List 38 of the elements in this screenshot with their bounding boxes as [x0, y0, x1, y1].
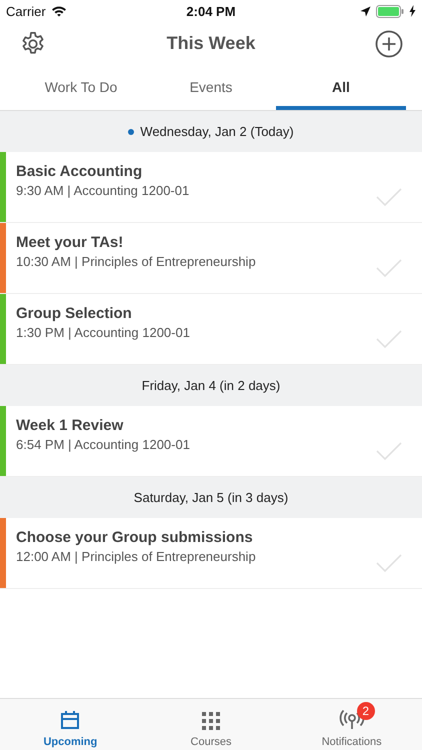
notification-badge: 2 — [356, 702, 375, 720]
checkmark-icon[interactable] — [376, 442, 402, 460]
event-details: 12:00 AM | Principles of Entrepreneurship — [16, 549, 257, 564]
location-icon — [360, 6, 371, 16]
event-title: Week 1 Review — [16, 417, 124, 434]
wifi-icon — [50, 5, 67, 17]
day-label: Saturday, Jan 5 (in 3 days) — [134, 490, 288, 505]
day-label: Wednesday, Jan 2 (Today) — [140, 124, 294, 139]
checkmark-icon[interactable] — [376, 259, 402, 277]
tab[interactable]: Work To Do — [16, 65, 146, 110]
add-icon[interactable] — [374, 30, 403, 58]
screen-title: This Week — [166, 33, 256, 54]
broadcast-icon — [338, 710, 365, 730]
tab[interactable]: Events — [146, 65, 276, 110]
carrier-label: Carrier — [6, 4, 46, 18]
event-row[interactable]: Meet your TAs! 10:30 AM | Principles of Entrepreneurship — [0, 223, 422, 294]
clock: 2:04 PM — [186, 4, 236, 18]
event-details: 10:30 AM | Principles of Entrepreneurship — [16, 254, 257, 269]
event-details: 6:54 PM | Accounting 1200-01 — [16, 437, 191, 452]
checkmark-icon[interactable] — [376, 188, 402, 206]
event-row[interactable]: Basic Accounting 9:30 AM | Accounting 1200-01 — [0, 152, 422, 223]
checkmark-icon[interactable] — [376, 554, 402, 572]
calendar-icon — [60, 710, 80, 730]
tab-bar-item[interactable]: 2 Notifications — [281, 699, 422, 750]
day-label: Friday, Jan 4 (in 2 days) — [142, 378, 280, 393]
tab-bar-item[interactable]: Upcoming — [0, 699, 141, 750]
event-title: Choose your Group submissions — [16, 529, 254, 546]
event-title: Basic Accounting — [16, 163, 144, 180]
event-title: Meet your TAs! — [16, 234, 124, 251]
event-row[interactable]: Choose your Group submissions 12:00 AM | Principles of Entrepreneurship — [0, 518, 422, 589]
event-details: 9:30 AM | Accounting 1200-01 — [16, 183, 190, 198]
tab-bar-item[interactable]: Courses — [140, 699, 282, 750]
charging-icon — [409, 5, 416, 17]
battery-icon — [376, 4, 404, 18]
event-title: Group Selection — [16, 305, 133, 322]
checkmark-icon[interactable] — [376, 330, 402, 348]
event-details: 1:30 PM | Accounting 1200-01 — [16, 325, 191, 340]
grid-icon — [202, 712, 220, 730]
